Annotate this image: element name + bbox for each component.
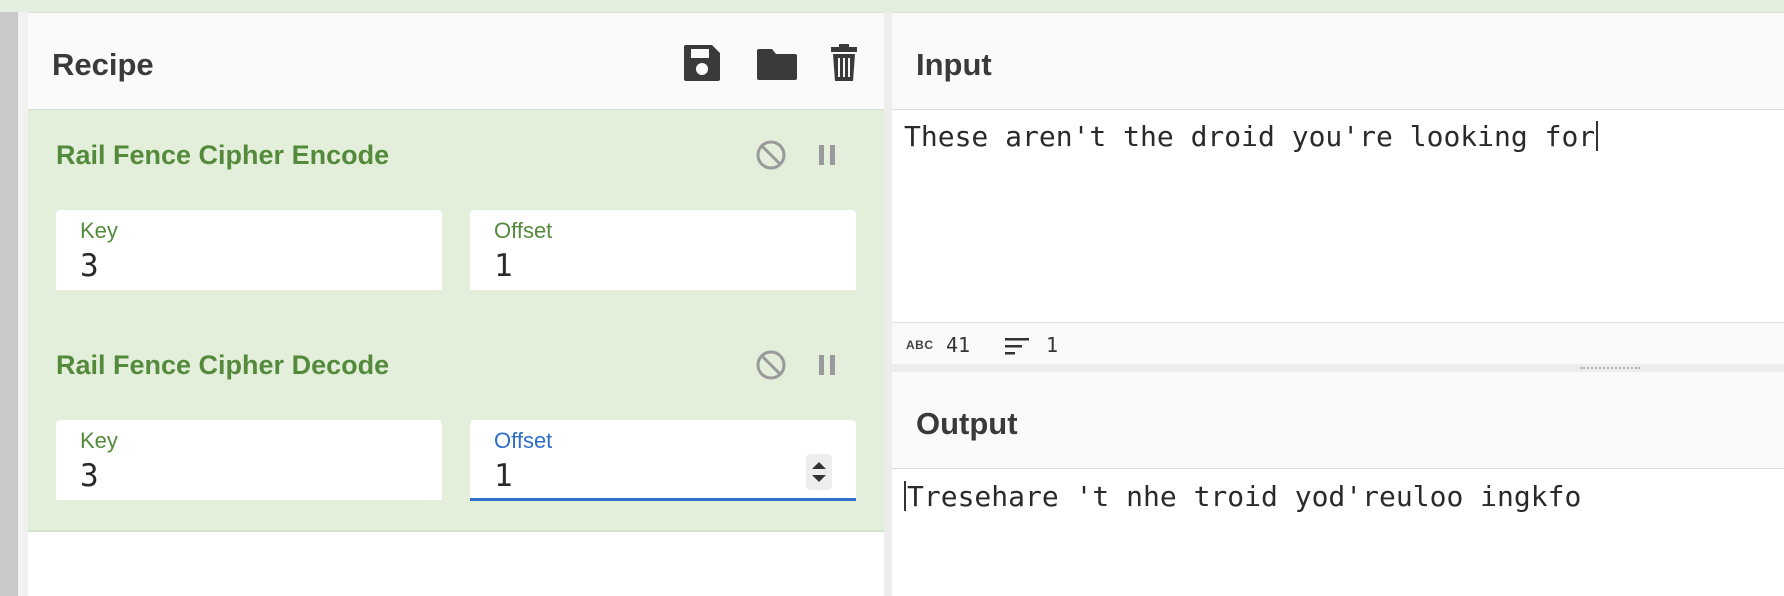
offset-field[interactable]: Offset 1 bbox=[470, 420, 856, 501]
input-status-bar: ABC 41 1 bbox=[892, 322, 1784, 365]
offset-label: Offset bbox=[494, 218, 553, 243]
key-input[interactable]: 3 bbox=[80, 458, 99, 494]
operation-title: Rail Fence Cipher Encode bbox=[56, 140, 390, 170]
io-splitter[interactable] bbox=[892, 364, 1784, 372]
output-header: Output bbox=[892, 372, 1784, 469]
length-icon: ABC bbox=[906, 338, 934, 352]
offset-input[interactable]: 1 bbox=[494, 248, 513, 284]
operations-panel-edge bbox=[0, 12, 18, 596]
input-textarea[interactable]: These aren't the droid you're looking fo… bbox=[904, 120, 1764, 153]
output-textarea[interactable]: Tresehare 't nhe troid yod'reuloo ingkfo bbox=[904, 480, 1764, 513]
operation-rail-fence-encode[interactable]: Rail Fence Cipher Encode Key 3 Offset 1 bbox=[28, 110, 884, 322]
line-count: 1 bbox=[1046, 333, 1059, 357]
key-field[interactable]: Key 3 bbox=[56, 210, 442, 290]
operation-rail-fence-decode[interactable]: Rail Fence Cipher Decode Key 3 Offset 1 bbox=[28, 320, 884, 532]
offset-label: Offset bbox=[494, 428, 553, 453]
breakpoint-icon[interactable] bbox=[810, 348, 844, 382]
input-title: Input bbox=[916, 47, 992, 82]
splitter-grip[interactable] bbox=[1580, 367, 1640, 371]
output-title: Output bbox=[916, 406, 1018, 441]
folder-icon[interactable] bbox=[755, 41, 799, 85]
key-label: Key bbox=[80, 218, 118, 243]
top-strip bbox=[0, 0, 1784, 13]
save-icon[interactable] bbox=[680, 41, 724, 85]
key-label: Key bbox=[80, 428, 118, 453]
key-input[interactable]: 3 bbox=[80, 248, 99, 284]
disable-icon[interactable] bbox=[754, 348, 788, 382]
recipe-header: Recipe bbox=[28, 13, 884, 110]
recipe-title: Recipe bbox=[52, 47, 154, 82]
offset-field[interactable]: Offset 1 bbox=[470, 210, 856, 290]
lines-icon bbox=[1004, 335, 1030, 357]
breakpoint-icon[interactable] bbox=[810, 138, 844, 172]
operation-title: Rail Fence Cipher Decode bbox=[56, 350, 390, 380]
left-gutter[interactable] bbox=[18, 12, 28, 596]
key-field[interactable]: Key 3 bbox=[56, 420, 442, 500]
disable-icon[interactable] bbox=[754, 138, 788, 172]
trash-icon[interactable] bbox=[822, 41, 866, 85]
offset-input[interactable]: 1 bbox=[494, 458, 513, 494]
input-header: Input bbox=[892, 13, 1784, 110]
number-stepper[interactable] bbox=[806, 454, 832, 490]
column-separator[interactable] bbox=[884, 12, 892, 596]
length-count: 41 bbox=[946, 333, 971, 357]
